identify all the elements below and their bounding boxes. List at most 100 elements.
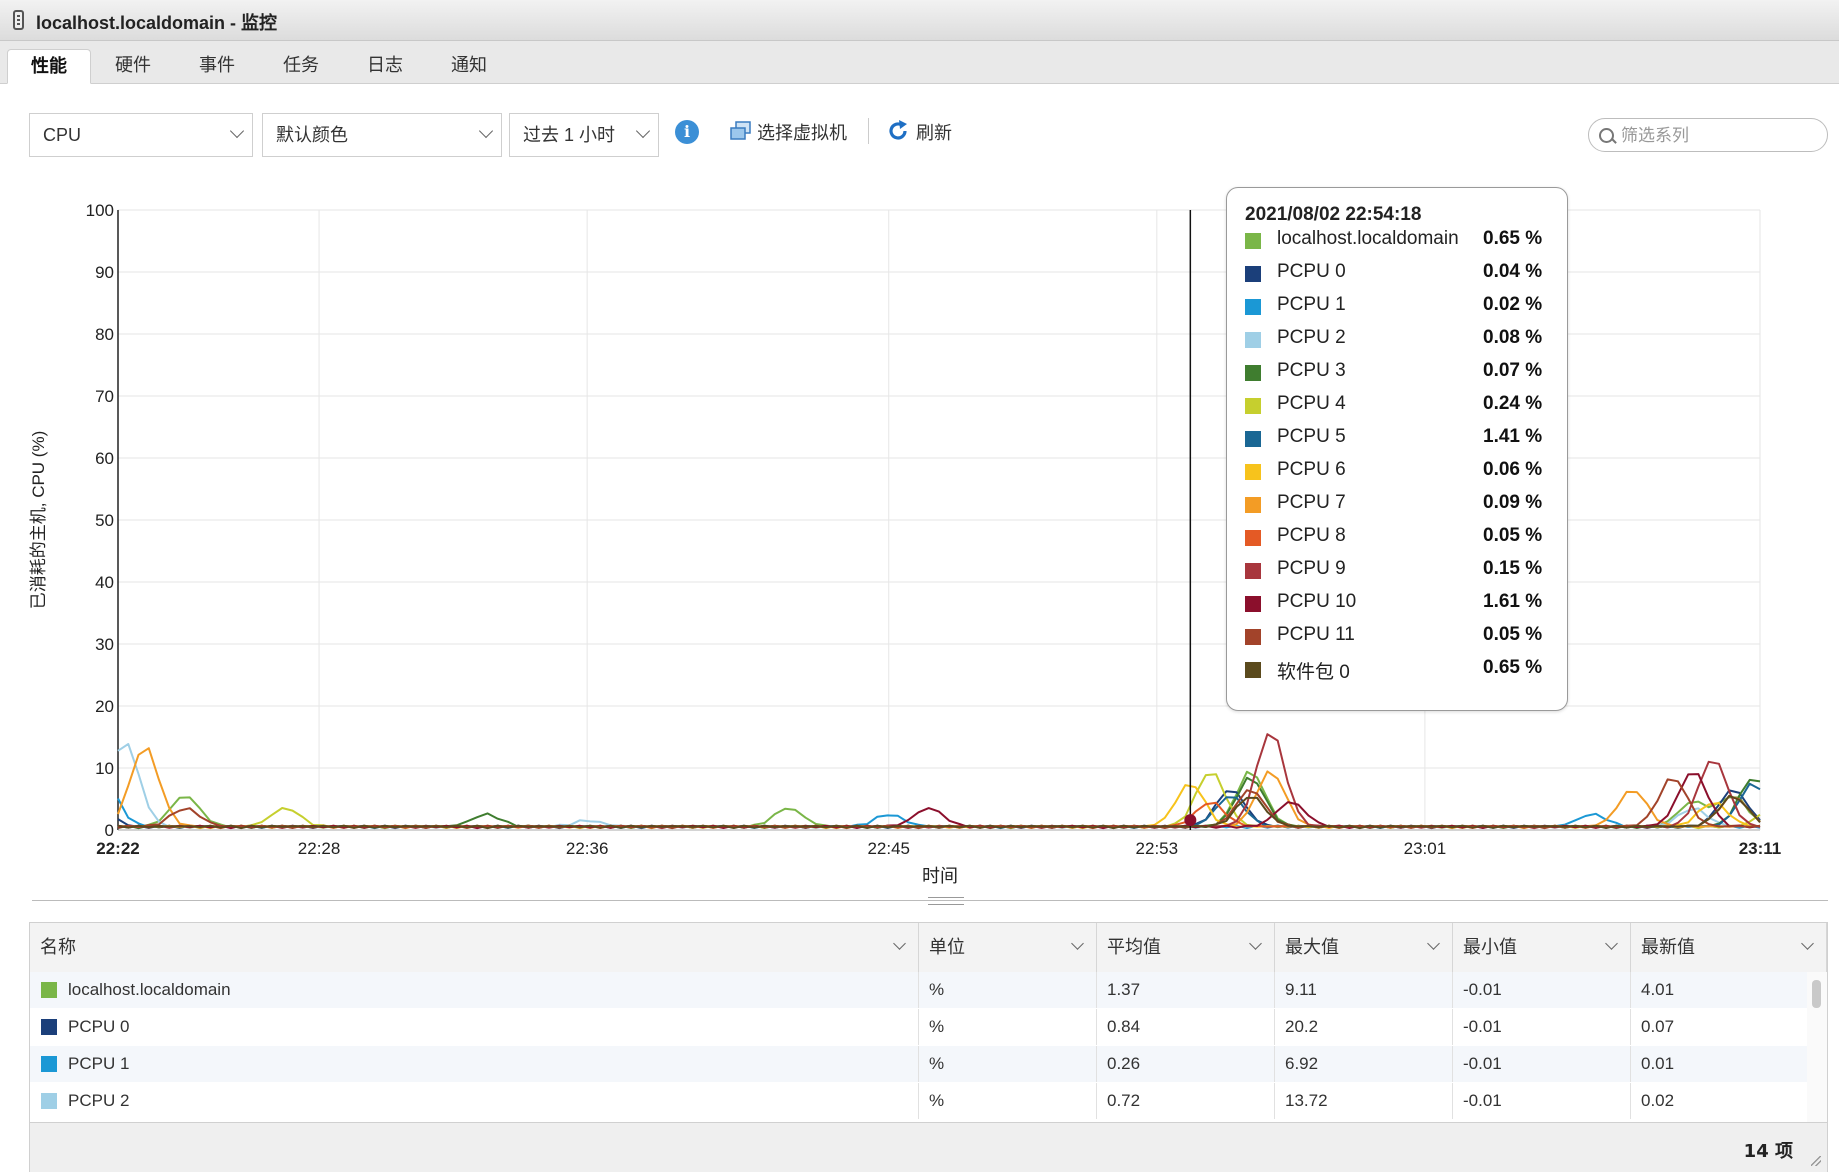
column-header-label: 名称 xyxy=(40,937,76,958)
y-tick-label: 20 xyxy=(95,697,114,716)
tooltip-series-name: PCPU 7 xyxy=(1277,492,1346,513)
tab-performance[interactable]: 性能 xyxy=(7,49,91,84)
tooltip-series-value: 0.09 % xyxy=(1483,492,1543,513)
cell-name: PCPU 2 xyxy=(30,1083,919,1119)
cell-max: 9.11 xyxy=(1275,972,1453,1008)
cell-avg: 0.72 xyxy=(1097,1083,1275,1119)
table-row[interactable]: PCPU 2% 0.72 13.72 -0.01 0.02 xyxy=(30,1083,1827,1119)
scrollbar-thumb[interactable] xyxy=(1812,980,1821,1008)
cell-avg: 1.37 xyxy=(1097,972,1275,1008)
series-color-swatch xyxy=(1245,629,1261,645)
column-header-name[interactable]: 名称 xyxy=(30,923,919,972)
y-axis-label: 已消耗的主机, CPU (%) xyxy=(29,431,48,610)
tooltip-series-name: PCPU 4 xyxy=(1277,393,1346,414)
cell-avg: 0.84 xyxy=(1097,1009,1275,1045)
time-range-select[interactable]: 过去 1 小时 xyxy=(509,113,659,157)
column-header-unit[interactable]: 单位 xyxy=(919,923,1097,972)
filter-series-input[interactable] xyxy=(1619,123,1823,149)
tooltip-series-value: 1.41 % xyxy=(1483,426,1543,447)
tab-logs[interactable]: 日志 xyxy=(348,49,422,83)
y-tick-label: 50 xyxy=(95,511,114,530)
metric-select[interactable]: CPU xyxy=(29,113,253,157)
tooltip-series-value: 0.65 % xyxy=(1483,657,1543,678)
cell-unit: % xyxy=(919,1083,1097,1119)
series-color-swatch xyxy=(1245,497,1261,513)
tab-hardware[interactable]: 硬件 xyxy=(96,49,170,83)
resize-handle-icon[interactable] xyxy=(1811,1156,1821,1166)
column-header-max[interactable]: 最大值 xyxy=(1275,923,1453,972)
series-stats-table: 名称 单位 平均值 最大值 最小值 最新值 localhost.localdomain% 1… xyxy=(29,922,1828,1172)
filter-series-field[interactable] xyxy=(1588,118,1828,152)
chart-tooltip: 2021/08/02 22:54:18 localhost.localdomai… xyxy=(1226,187,1568,711)
tab-notifications[interactable]: 通知 xyxy=(432,49,506,83)
tooltip-series-value: 0.05 % xyxy=(1483,525,1543,546)
host-icon xyxy=(13,10,24,30)
color-scheme-select[interactable]: 默认颜色 xyxy=(262,113,502,157)
tab-events[interactable]: 事件 xyxy=(180,49,254,83)
chevron-down-icon xyxy=(635,123,651,139)
table-row[interactable]: localhost.localdomain% 1.37 9.11 -0.01 4.01 xyxy=(30,972,1827,1008)
y-tick-label: 10 xyxy=(95,759,114,778)
series-color-swatch xyxy=(1245,530,1261,546)
cell-max: 6.92 xyxy=(1275,1046,1453,1082)
column-header-latest[interactable]: 最新值 xyxy=(1631,923,1827,972)
cell-unit: % xyxy=(919,1009,1097,1045)
tooltip-row: PCPU 0 0.04 % xyxy=(1245,259,1555,289)
series-color-swatch xyxy=(41,1019,57,1035)
metric-select-value: CPU xyxy=(43,125,82,145)
window-titlebar: localhost.localdomain - 监控 xyxy=(0,0,1839,41)
tooltip-row: PCPU 6 0.06 % xyxy=(1245,457,1555,487)
series-line xyxy=(117,776,1761,830)
chevron-down-icon[interactable] xyxy=(1801,937,1814,950)
y-tick-label: 40 xyxy=(95,573,114,592)
series-color-swatch xyxy=(1245,431,1261,447)
chevron-down-icon[interactable] xyxy=(1427,937,1440,950)
chevron-down-icon[interactable] xyxy=(1071,937,1084,950)
series-color-swatch xyxy=(1245,563,1261,579)
table-row[interactable]: PCPU 0% 0.84 20.2 -0.01 0.07 xyxy=(30,1009,1827,1045)
info-icon[interactable]: i xyxy=(675,120,699,144)
tooltip-series-value: 0.08 % xyxy=(1483,327,1543,348)
refresh-label: 刷新 xyxy=(916,123,952,144)
series-color-swatch xyxy=(1245,266,1261,282)
item-count: 14 项 xyxy=(1743,1141,1793,1162)
cell-latest: 0.02 xyxy=(1631,1083,1827,1119)
splitter-grip[interactable] xyxy=(928,897,964,905)
chevron-down-icon[interactable] xyxy=(893,937,906,950)
series-line xyxy=(117,798,1761,830)
series-color-swatch xyxy=(41,1093,57,1109)
tooltip-row: PCPU 1 0.02 % xyxy=(1245,292,1555,322)
column-header-min[interactable]: 最小值 xyxy=(1453,923,1631,972)
chevron-down-icon[interactable] xyxy=(1605,937,1618,950)
tooltip-series-value: 0.07 % xyxy=(1483,360,1543,381)
x-tick-label: 22:53 xyxy=(1136,839,1179,858)
cell-latest: 0.01 xyxy=(1631,1046,1827,1082)
series-line xyxy=(117,789,1761,830)
tooltip-row: PCPU 7 0.09 % xyxy=(1245,490,1555,520)
series-line xyxy=(117,743,1760,830)
series-name: PCPU 0 xyxy=(68,1017,130,1036)
tooltip-series-value: 0.15 % xyxy=(1483,558,1543,579)
x-tick-label: 22:36 xyxy=(566,839,609,858)
tooltip-row: 软件包 0 0.65 % xyxy=(1245,655,1555,685)
table-scrollbar[interactable] xyxy=(1807,972,1827,1122)
chevron-down-icon[interactable] xyxy=(1249,937,1262,950)
series-color-swatch xyxy=(41,1056,57,1072)
chevron-down-icon xyxy=(478,123,494,139)
cell-latest: 0.07 xyxy=(1631,1009,1827,1045)
series-line xyxy=(117,747,1761,830)
color-scheme-value: 默认颜色 xyxy=(276,125,348,145)
tooltip-row: PCPU 5 1.41 % xyxy=(1245,424,1555,454)
vm-icon xyxy=(730,121,751,140)
tooltip-timestamp: 2021/08/02 22:54:18 xyxy=(1245,204,1422,225)
column-header-label: 最小值 xyxy=(1463,937,1517,958)
tab-tasks[interactable]: 任务 xyxy=(264,49,338,83)
column-header-label: 最大值 xyxy=(1285,937,1339,958)
cell-unit: % xyxy=(919,972,1097,1008)
cell-min: -0.01 xyxy=(1453,1009,1631,1045)
table-row[interactable]: PCPU 1% 0.26 6.92 -0.01 0.01 xyxy=(30,1046,1827,1082)
cell-name: localhost.localdomain xyxy=(30,972,919,1008)
series-color-swatch xyxy=(1245,398,1261,414)
series-name: PCPU 2 xyxy=(68,1091,130,1110)
column-header-average[interactable]: 平均值 xyxy=(1097,923,1275,972)
